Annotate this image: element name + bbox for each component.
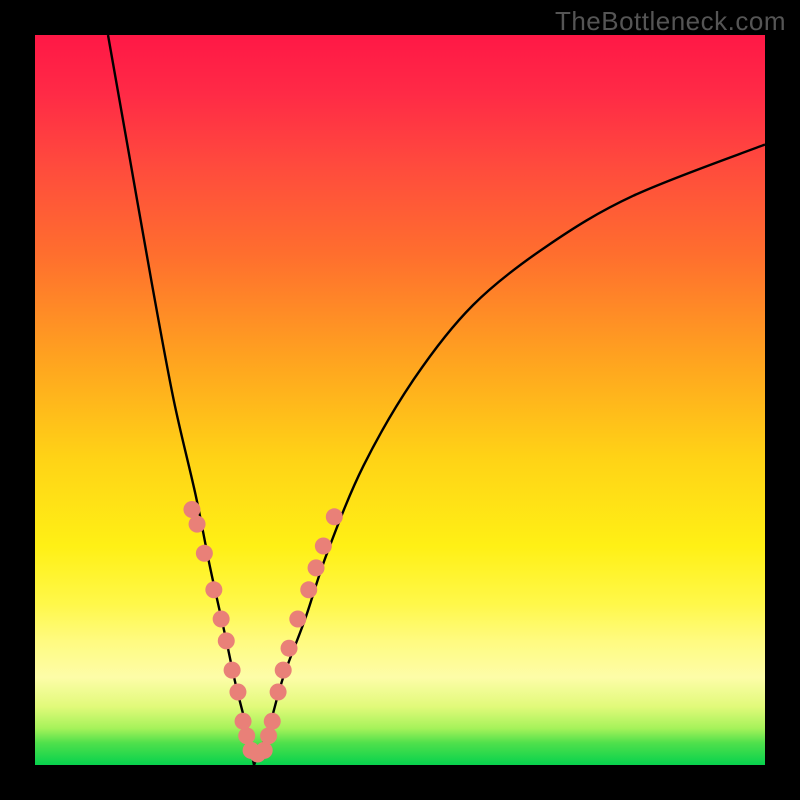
marker-dot	[308, 559, 325, 576]
marker-dot	[315, 538, 332, 555]
marker-dot	[256, 742, 273, 759]
marker-dot	[196, 545, 213, 562]
chart-frame: TheBottleneck.com	[0, 0, 800, 800]
marker-dot	[281, 640, 298, 657]
marker-dots	[183, 501, 342, 763]
marker-dot	[205, 581, 222, 598]
curve-right	[254, 145, 765, 766]
marker-dot	[213, 611, 230, 628]
watermark-text: TheBottleneck.com	[555, 6, 786, 37]
marker-dot	[218, 632, 235, 649]
marker-dot	[300, 581, 317, 598]
marker-dot	[183, 501, 200, 518]
marker-dot	[189, 516, 206, 533]
marker-dot	[260, 727, 277, 744]
plot-area	[35, 35, 765, 765]
marker-dot	[326, 508, 343, 525]
marker-dot	[229, 684, 246, 701]
chart-svg	[35, 35, 765, 765]
marker-dot	[264, 713, 281, 730]
marker-dot	[224, 662, 241, 679]
marker-dot	[238, 727, 255, 744]
marker-dot	[275, 662, 292, 679]
curve-left	[108, 35, 254, 765]
marker-dot	[289, 611, 306, 628]
marker-dot	[235, 713, 252, 730]
marker-dot	[270, 684, 287, 701]
